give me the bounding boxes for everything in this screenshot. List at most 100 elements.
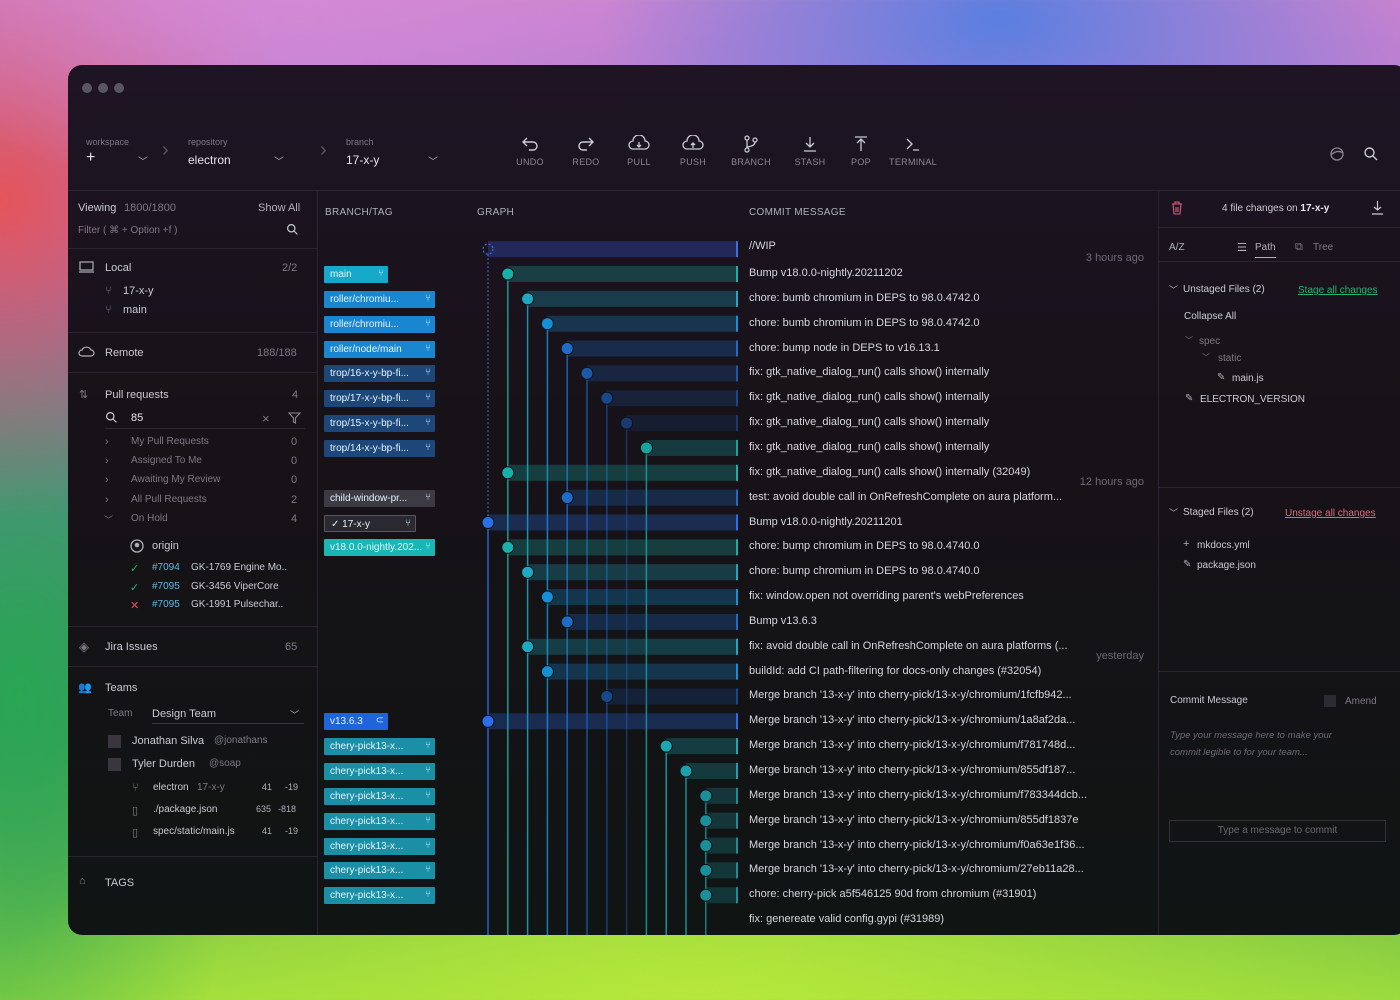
show-all-link[interactable]: Show All [258, 202, 300, 214]
jira-label[interactable]: Jira Issues [105, 641, 158, 653]
commit-message[interactable]: Bump v13.6.3 [749, 615, 817, 627]
amend-checkbox[interactable] [1324, 695, 1336, 707]
commit-button[interactable]: Type a message to commit [1169, 820, 1386, 842]
commit-node[interactable] [560, 491, 574, 505]
commit-message[interactable]: chore: bump chromium in DEPS to 98.0.474… [749, 565, 980, 577]
branch-label[interactable]: chery-pick13-x... ⑂ [324, 738, 435, 756]
pr-number[interactable]: #7095 [152, 599, 180, 610]
chevron-down-icon[interactable]: ﹀ [1185, 335, 1193, 346]
commit-node[interactable] [560, 615, 574, 629]
commit-node[interactable] [699, 888, 713, 902]
commit-message[interactable]: Merge branch '13-x-y' into cherry-pick/1… [749, 739, 1075, 751]
pr-title[interactable]: GK-3456 ViperCore [191, 581, 279, 592]
commit-node[interactable] [501, 267, 515, 281]
commit-node[interactable] [699, 814, 713, 828]
chevron-right-icon[interactable]: › [105, 494, 109, 506]
branch-label[interactable]: roller/chromiu... ⑂ [324, 290, 435, 308]
file-name[interactable]: electron [153, 782, 189, 793]
wip-message[interactable]: //WIP [749, 240, 776, 252]
commit-node[interactable] [699, 789, 713, 803]
commit-message[interactable]: test: avoid double call in OnRefreshComp… [749, 491, 1062, 503]
filter-input[interactable]: Filter ( ⌘ + Option +f ) [78, 225, 177, 236]
commit-message[interactable]: fix: gtk_native_dialog_run() calls show(… [749, 466, 1030, 478]
branch-button[interactable]: BRANCH [726, 135, 776, 167]
commit-node[interactable] [679, 764, 693, 778]
commit-row-highlight[interactable] [507, 464, 738, 481]
trash-icon[interactable] [1171, 201, 1183, 215]
commit-row-highlight[interactable] [527, 290, 738, 307]
branch-label[interactable]: chery-pick13-x... ⑂ [324, 862, 435, 880]
commit-row-highlight[interactable] [587, 365, 738, 382]
pull-requests-label[interactable]: Pull requests [105, 389, 169, 401]
chevron-down-icon[interactable]: ﹀ [1202, 352, 1210, 363]
tags-label[interactable]: TAGS [105, 877, 134, 889]
commit-row-highlight[interactable] [507, 539, 738, 556]
commit-node[interactable] [620, 416, 634, 430]
branch-label[interactable]: child-window-pr... ⑂ [324, 489, 435, 507]
file-name[interactable]: ./package.json [153, 804, 218, 815]
commit-row-highlight[interactable] [547, 589, 738, 606]
commit-row-highlight[interactable] [527, 564, 738, 581]
stash-button[interactable]: STASH [785, 135, 835, 167]
tree-file[interactable]: ELECTRON_VERSION [1200, 394, 1305, 405]
origin-label[interactable]: origin [152, 540, 179, 552]
branch-label[interactable]: ✓ 17-x-y ⑂ [324, 514, 416, 532]
staged-files-label[interactable]: Staged Files (2) [1183, 507, 1254, 518]
local-label[interactable]: Local [105, 262, 131, 274]
commit-message[interactable]: Merge branch '13-x-y' into cherry-pick/1… [749, 789, 1087, 801]
commit-message-textarea[interactable]: Type your message here to make your comm… [1170, 727, 1340, 761]
plus-icon[interactable]: + [86, 149, 129, 167]
repository-selector[interactable]: repository electron [188, 137, 231, 167]
commit-message[interactable]: fix: window.open not overriding parent's… [749, 590, 1024, 602]
commit-message[interactable]: fix: genereate valid config.gypi (#31989… [749, 913, 944, 925]
clear-icon[interactable]: × [262, 411, 270, 426]
commit-message[interactable]: fix: gtk_native_dialog_run() calls show(… [749, 391, 989, 403]
teams-label[interactable]: Teams [105, 682, 137, 694]
commit-message[interactable]: Merge branch '13-x-y' into cherry-pick/1… [749, 689, 1072, 701]
commit-message[interactable]: Merge branch '13-x-y' into cherry-pick/1… [749, 839, 1085, 851]
checkbox[interactable] [108, 758, 121, 771]
commit-message[interactable]: fix: gtk_native_dialog_run() calls show(… [749, 366, 989, 378]
commit-row-highlight[interactable] [547, 663, 738, 680]
workspace-selector[interactable]: workspace + [86, 137, 129, 167]
push-button[interactable]: PUSH [668, 135, 718, 167]
commit-message[interactable]: Merge branch '13-x-y' into cherry-pick/1… [749, 814, 1078, 826]
commit-row-highlight[interactable] [507, 266, 738, 282]
commit-message[interactable]: chore: bump node in DEPS to v16.13.1 [749, 342, 940, 354]
commit-node[interactable] [521, 565, 535, 579]
stage-all-button[interactable]: Stage all changes [1298, 285, 1378, 296]
branch-label[interactable]: roller/node/main ⑂ [324, 340, 435, 358]
member-name[interactable]: Jonathan Silva [132, 735, 204, 747]
commit-row-highlight[interactable] [527, 638, 738, 655]
branch-label[interactable]: chery-pick13-x... ⑂ [324, 837, 435, 855]
commit-node[interactable] [540, 317, 554, 331]
commit-row-highlight[interactable] [488, 514, 738, 531]
pop-button[interactable]: POP [836, 135, 886, 167]
branch-label[interactable]: roller/chromiu... ⑂ [324, 315, 435, 333]
tree-view-tab[interactable]: Tree [1313, 242, 1333, 253]
branch-label[interactable]: chery-pick13-x... ⑂ [324, 787, 435, 805]
commit-row-highlight[interactable] [547, 315, 738, 332]
commit-node[interactable] [560, 342, 574, 356]
commit-node[interactable] [600, 391, 614, 405]
tree-folder[interactable]: static [1218, 353, 1241, 364]
sort-az-button[interactable]: A/Z [1169, 242, 1185, 253]
branch-label[interactable]: main ⑂ [324, 266, 388, 283]
commit-message[interactable]: Bump v18.0.0-nightly.20211202 [749, 267, 903, 279]
commit-row-highlight[interactable] [488, 713, 738, 730]
unstage-all-button[interactable]: Unstage all changes [1285, 508, 1376, 519]
tree-folder[interactable]: spec [1199, 336, 1220, 347]
local-branch-item[interactable]: main [123, 304, 147, 316]
commit-node[interactable] [699, 839, 713, 853]
commit-message[interactable]: buildId: add CI path-filtering for docs-… [749, 665, 1041, 677]
commit-node[interactable] [501, 466, 515, 480]
wip-row-highlight[interactable] [488, 241, 738, 258]
pr-group-my[interactable]: My Pull Requests [131, 436, 209, 447]
branch-label[interactable]: trop/14-x-y-bp-fi... ⑂ [324, 439, 435, 457]
unstaged-files-label[interactable]: Unstaged Files (2) [1183, 284, 1265, 295]
branch-label[interactable]: trop/17-x-y-bp-fi... ⑂ [324, 390, 435, 408]
staged-file[interactable]: mkdocs.yml [1197, 540, 1250, 551]
commit-message[interactable]: Merge branch '13-x-y' into cherry-pick/1… [749, 764, 1075, 776]
branch-label[interactable]: v18.0.0-nightly.202... ⑂ [324, 539, 435, 557]
commit-node[interactable] [580, 366, 594, 380]
